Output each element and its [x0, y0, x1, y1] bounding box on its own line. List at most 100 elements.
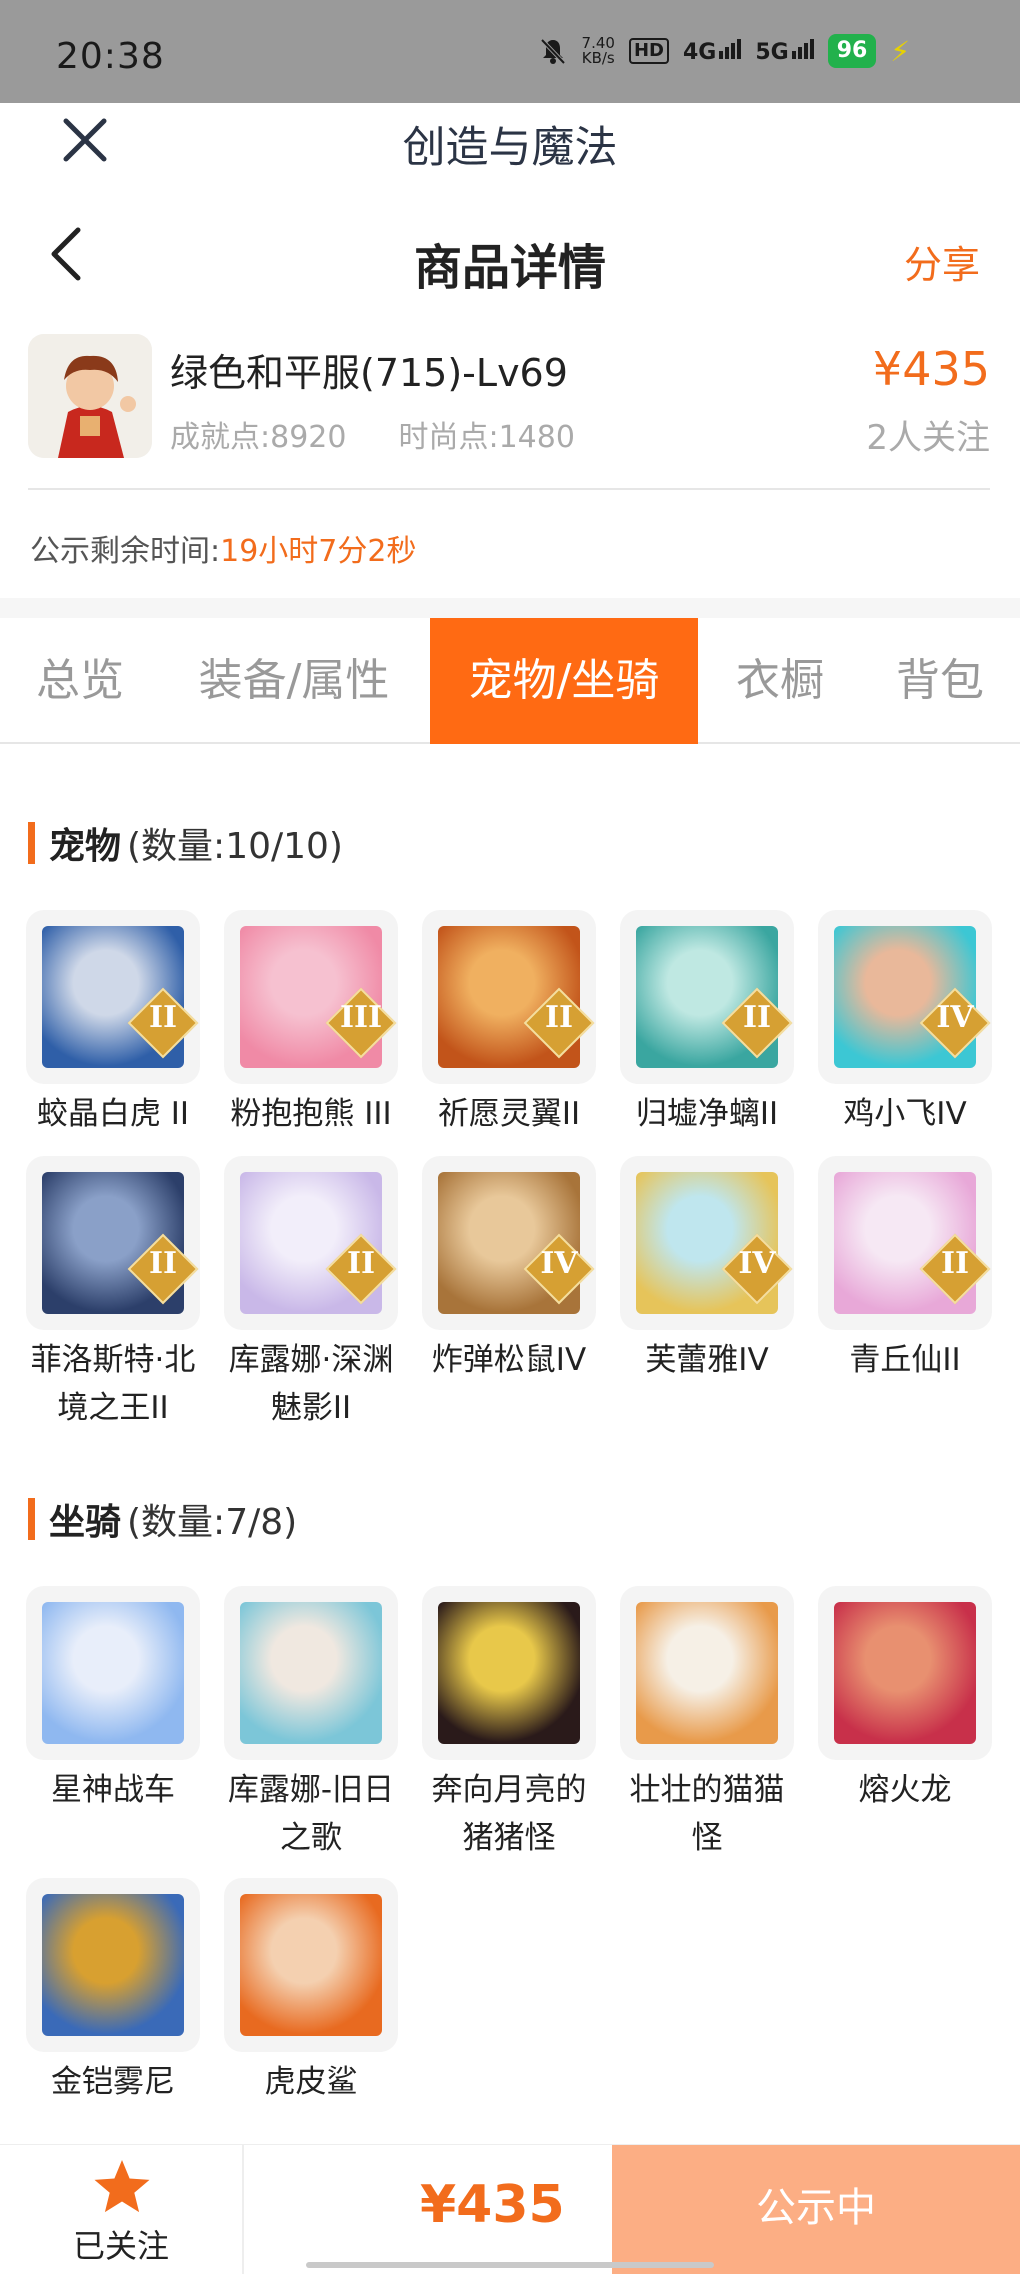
pet-name: 青丘仙II	[849, 1342, 961, 1378]
mounts-section-header: 坐骑 (数量:7/8)	[28, 1496, 297, 1543]
mount-name: 金铠雾尼	[51, 2064, 175, 2100]
pet-thumbnail[interactable]: II	[620, 910, 794, 1084]
app-title: 创造与魔法	[402, 123, 618, 173]
pet-item[interactable]: II 菲洛斯特·北境之王II	[26, 1156, 200, 1432]
rank-badge-label: II	[940, 1246, 970, 1281]
bottom-action-bar: 已关注 ¥435 公示中	[0, 2144, 1020, 2274]
nav-bar: 商品详情 分享	[0, 200, 1020, 310]
watcher-count: 2人关注	[866, 418, 990, 458]
mounts-title: 坐骑	[49, 1502, 122, 1543]
signal-5g-label: 5G	[755, 40, 789, 65]
pet-thumbnail[interactable]: II	[26, 910, 200, 1084]
pet-item[interactable]: II 蛟晶白虎 II	[26, 910, 200, 1138]
mount-name: 熔火龙	[858, 1772, 952, 1808]
mount-thumbnail[interactable]	[224, 1878, 398, 2052]
home-indicator[interactable]	[306, 2262, 714, 2268]
mount-thumbnail[interactable]	[620, 1586, 794, 1760]
hd-badge: HD	[628, 38, 669, 64]
pet-thumbnail[interactable]: II	[224, 1156, 398, 1330]
rank-badge-label: IV	[738, 1246, 776, 1281]
pet-item[interactable]: IV 芙蕾雅IV	[620, 1156, 794, 1384]
clock: 20:38	[56, 36, 165, 77]
charging-bolt-icon: ⚡	[890, 34, 910, 68]
pet-item[interactable]: IV 炸弹松鼠IV	[422, 1156, 596, 1384]
follow-button[interactable]: 已关注	[0, 2145, 244, 2274]
mount-thumbnail[interactable]	[818, 1586, 992, 1760]
share-button[interactable]: 分享	[904, 234, 980, 289]
pet-thumbnail[interactable]: IV	[422, 1156, 596, 1330]
mount-item[interactable]: 金铠雾尼	[26, 1878, 200, 2106]
pet-thumbnail[interactable]: II	[818, 1156, 992, 1330]
pet-item[interactable]: II 库露娜·深渊魅影II	[224, 1156, 398, 1432]
rank-badge-label: II	[148, 1246, 178, 1281]
publicity-status-button[interactable]: 公示中	[612, 2145, 1020, 2274]
mount-item[interactable]: 壮壮的猫猫怪	[620, 1586, 794, 1862]
follow-label: 已关注	[72, 2227, 169, 2265]
tab-equipment[interactable]: 装备/属性	[160, 618, 428, 744]
pet-item[interactable]: II 归墟净螭II	[620, 910, 794, 1138]
product-stats: 成就点:8920 时尚点:1480	[170, 412, 575, 456]
mount-thumbnail[interactable]	[26, 1586, 200, 1760]
status-icons: 7.40 KB/s HD 4G 5G 96 ⚡	[538, 34, 910, 68]
mount-name: 库露娜-旧日之歌	[227, 1772, 395, 1856]
battery-icon: 96	[827, 34, 877, 68]
signal-bars-icon	[791, 37, 814, 59]
pet-name: 芙蕾雅IV	[645, 1342, 769, 1378]
rank-badge-label: III	[339, 1000, 383, 1035]
signal-4g: 4G	[682, 37, 742, 65]
app-header: 创造与魔法	[0, 103, 1020, 183]
mount-thumbnail[interactable]	[26, 1878, 200, 2052]
mount-portrait-image	[240, 1894, 382, 2036]
pet-thumbnail[interactable]: IV	[818, 910, 992, 1084]
net-speed-unit: KB/s	[581, 49, 615, 67]
product-price: ¥435	[872, 342, 990, 396]
pet-thumbnail[interactable]: III	[224, 910, 398, 1084]
pet-item[interactable]: II 祈愿灵翼II	[422, 910, 596, 1138]
pet-thumbnail[interactable]: IV	[620, 1156, 794, 1330]
product-summary: 绿色和平服(715)-Lv69 成就点:8920 时尚点:1480 ¥435 2人…	[0, 330, 1020, 490]
tab-backpack[interactable]: 背包	[860, 618, 1020, 744]
rank-badge-label: II	[346, 1246, 376, 1281]
section-gap	[0, 598, 1020, 618]
detail-tabs: 总览 装备/属性 宠物/坐骑 衣橱 背包	[0, 618, 1020, 744]
mount-portrait-image	[240, 1602, 382, 1744]
pet-thumbnail[interactable]: II	[422, 910, 596, 1084]
mount-name: 星神战车	[51, 1772, 175, 1808]
tab-overview[interactable]: 总览	[0, 618, 160, 744]
rank-badge-label: IV	[936, 1000, 974, 1035]
mount-thumbnail[interactable]	[422, 1586, 596, 1760]
mount-item[interactable]: 星神战车	[26, 1586, 200, 1814]
bottom-price: ¥435	[420, 2175, 565, 2235]
mount-item[interactable]: 熔火龙	[818, 1586, 992, 1814]
fashion-points: 时尚点:1480	[398, 420, 575, 455]
tab-wardrobe[interactable]: 衣橱	[700, 618, 860, 744]
mount-item[interactable]: 库露娜-旧日之歌	[224, 1586, 398, 1862]
pet-name: 粉抱抱熊 III	[230, 1096, 392, 1132]
star-icon	[94, 2160, 150, 2213]
pet-item[interactable]: IV 鸡小飞IV	[818, 910, 992, 1138]
mute-bell-icon	[540, 38, 565, 65]
tab-pets-mounts[interactable]: 宠物/坐骑	[430, 618, 698, 744]
section-accent-bar	[28, 822, 35, 864]
signal-4g-label: 4G	[682, 40, 717, 65]
achievement-points: 成就点:8920	[170, 420, 347, 455]
pet-name: 炸弹松鼠IV	[431, 1342, 587, 1378]
mount-portrait-image	[636, 1602, 778, 1744]
signal-bars-icon	[719, 37, 742, 59]
pet-name: 菲洛斯特·北境之王II	[30, 1342, 196, 1426]
pet-item[interactable]: II 青丘仙II	[818, 1156, 992, 1384]
pet-thumbnail[interactable]: II	[26, 1156, 200, 1330]
pet-item[interactable]: III 粉抱抱熊 III	[224, 910, 398, 1138]
rank-badge-label: II	[148, 1000, 178, 1035]
mount-thumbnail[interactable]	[224, 1586, 398, 1760]
mount-portrait-image	[834, 1602, 976, 1744]
rank-badge-label: IV	[540, 1246, 578, 1281]
pet-name: 鸡小飞IV	[843, 1096, 967, 1132]
mount-item[interactable]: 奔向月亮的猪猪怪	[422, 1586, 596, 1862]
pets-section-header: 宠物 (数量:10/10)	[28, 820, 343, 867]
mount-name: 奔向月亮的猪猪怪	[431, 1772, 587, 1856]
mount-item[interactable]: 虎皮鲨	[224, 1878, 398, 2106]
pet-name: 归墟净螭II	[635, 1096, 779, 1132]
net-speed: 7.40 KB/s	[582, 36, 615, 66]
rank-badge-label: II	[544, 1000, 574, 1035]
